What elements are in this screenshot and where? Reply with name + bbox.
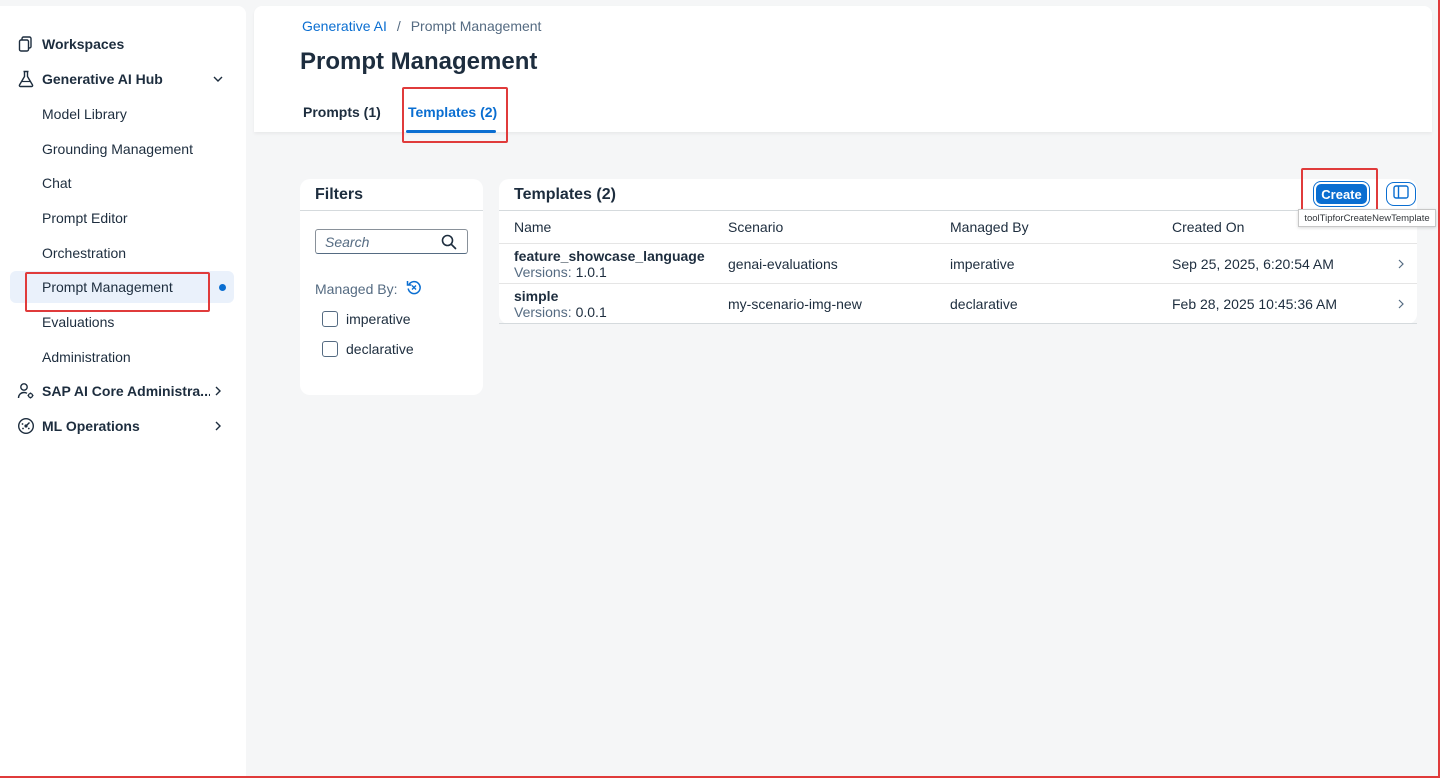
template-created-on: Sep 25, 2025, 6:20:54 AM: [1172, 256, 1334, 272]
template-managed-by: declarative: [950, 296, 1018, 312]
nav-item-prompt-management[interactable]: Prompt Management: [10, 271, 234, 303]
templates-table-title: Templates (2): [514, 186, 616, 203]
template-managed-by: imperative: [950, 256, 1015, 272]
nav-item-model-library[interactable]: Model Library: [10, 98, 234, 130]
breadcrumb-separator: /: [396, 18, 401, 34]
breadcrumb-link-generative-ai[interactable]: Generative AI: [302, 18, 387, 34]
breadcrumb-current: Prompt Management: [410, 18, 542, 34]
user-settings-icon: [16, 381, 36, 401]
nav-item-sap-ai-core-administration[interactable]: SAP AI Core Administra...: [10, 375, 234, 407]
breadcrumb: Generative AI / Prompt Management: [302, 18, 541, 34]
row-divider: [499, 283, 1417, 284]
checkbox[interactable]: [322, 311, 338, 327]
template-scenario: my-scenario-img-new: [728, 296, 862, 312]
nav-item-orchestration[interactable]: Orchestration: [10, 237, 234, 269]
tab-templates[interactable]: Templates (2): [408, 104, 497, 120]
template-version: Versions: 0.0.1: [514, 304, 607, 320]
nav-item-evaluations[interactable]: Evaluations: [10, 306, 234, 338]
filters-title: Filters: [315, 186, 364, 203]
page-header: Generative AI / Prompt Management Prompt…: [254, 6, 1432, 133]
flask-icon: [16, 69, 36, 89]
reset-filter-icon[interactable]: [406, 279, 422, 298]
nav-item-workspaces[interactable]: Workspaces: [10, 28, 234, 60]
workspaces-icon: [16, 34, 36, 54]
divider: [300, 210, 483, 211]
nav-item-prompt-editor[interactable]: Prompt Editor: [10, 202, 234, 234]
templates-table: Templates (2) Create Name Scenario Manag…: [499, 179, 1417, 324]
template-version: Versions: 1.0.1: [514, 264, 607, 280]
search-placeholder: Search: [325, 233, 370, 250]
navigation-chevron-icon[interactable]: [1395, 258, 1407, 270]
search-icon[interactable]: [441, 234, 461, 250]
template-scenario: genai-evaluations: [728, 256, 838, 272]
nav-item-ml-operations[interactable]: ML Operations: [10, 410, 234, 442]
chevron-right-icon[interactable]: [210, 418, 226, 434]
active-tab-indicator: [406, 130, 496, 133]
ml-operations-icon: [16, 416, 36, 436]
row-divider: [499, 243, 1417, 244]
row-divider: [499, 323, 1417, 324]
chevron-right-icon[interactable]: [210, 383, 226, 399]
column-header-managed-by[interactable]: Managed By: [950, 219, 1029, 235]
tab-prompts[interactable]: Prompts (1): [303, 104, 381, 120]
page-title: Prompt Management: [300, 48, 538, 75]
checkbox[interactable]: [322, 341, 338, 357]
nav-item-generative-ai-hub[interactable]: Generative AI Hub: [10, 63, 234, 95]
side-navigation: Workspaces Generative AI Hub Model Libra…: [0, 6, 246, 778]
template-name: simple: [514, 288, 559, 304]
column-header-name[interactable]: Name: [514, 219, 551, 235]
side-panel-icon: [1393, 184, 1409, 204]
create-tooltip: toolTipforCreateNewTemplate: [1298, 209, 1436, 227]
selected-indicator: [219, 283, 226, 291]
nav-item-grounding-management[interactable]: Grounding Management: [10, 133, 234, 165]
nav-item-administration[interactable]: Administration: [10, 341, 234, 373]
column-header-scenario[interactable]: Scenario: [728, 219, 783, 235]
navigation-chevron-icon[interactable]: [1395, 298, 1407, 310]
toggle-panel-button[interactable]: [1386, 182, 1416, 206]
filter-option-declarative[interactable]: declarative: [322, 341, 414, 357]
filters-panel: Filters Search Managed By: imperative de…: [300, 179, 483, 395]
divider: [499, 210, 1417, 211]
nav-item-chat[interactable]: Chat: [10, 167, 234, 199]
filter-option-imperative[interactable]: imperative: [322, 311, 411, 327]
template-created-on: Feb 28, 2025 10:45:36 AM: [1172, 296, 1338, 312]
template-name: feature_showcase_language: [514, 248, 705, 264]
column-header-created-on[interactable]: Created On: [1172, 219, 1244, 235]
search-input[interactable]: Search: [315, 229, 468, 254]
managed-by-label: Managed By:: [315, 279, 422, 298]
chevron-down-icon[interactable]: [210, 71, 226, 87]
create-button[interactable]: Create: [1316, 184, 1367, 204]
